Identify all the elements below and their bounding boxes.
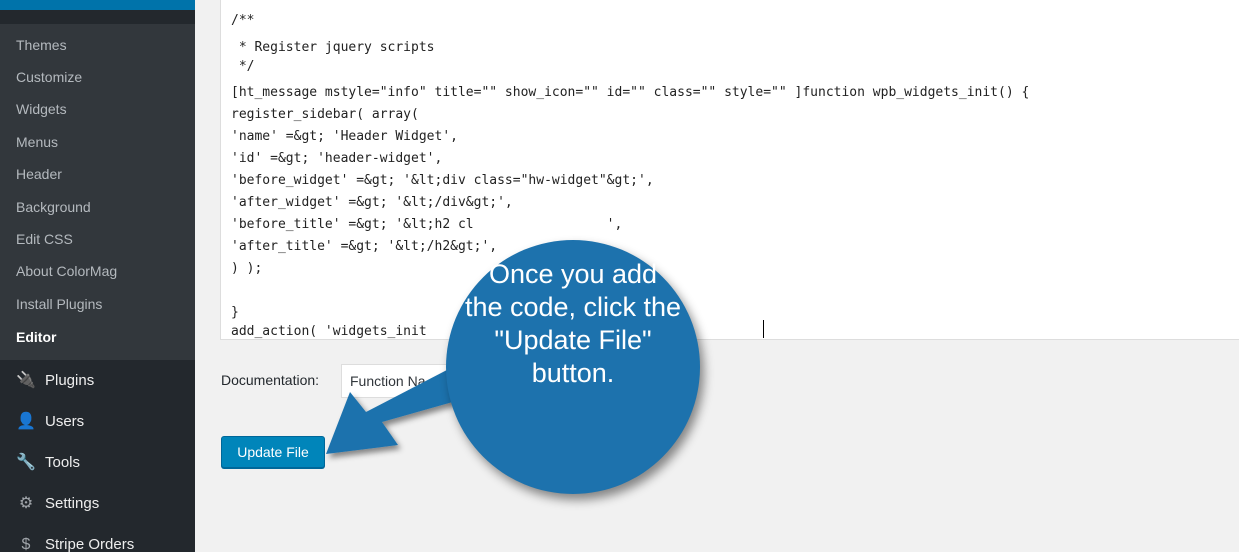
- callout-line: button.: [531, 358, 615, 388]
- submenu-item-about-colormag[interactable]: About ColorMag: [16, 256, 117, 286]
- callout-line: "Update File": [494, 325, 652, 355]
- code-line: register_sidebar( array(: [231, 107, 419, 122]
- menu-item-settings[interactable]: ⚙ Settings: [0, 485, 195, 523]
- submenu-item-background[interactable]: Background: [16, 192, 91, 222]
- code-line: 'after_widget' =&gt; '&lt;/div&gt;',: [231, 195, 513, 210]
- code-line: 'before_title' =&gt; '&lt;h2 cl ',: [231, 217, 623, 232]
- settings-icon: ⚙: [18, 495, 34, 512]
- code-line: 'after_title' =&gt; '&lt;/h2&gt;',: [231, 239, 498, 254]
- callout-line: the code, click the: [464, 292, 682, 322]
- submenu-item-themes[interactable]: Themes: [16, 30, 67, 60]
- submenu-item-edit-css[interactable]: Edit CSS: [16, 224, 73, 254]
- code-line: [ht_message mstyle="info" title="" show_…: [231, 85, 1030, 100]
- submenu-item-header[interactable]: Header: [16, 159, 62, 189]
- code-line: /**: [231, 13, 255, 28]
- code-line: */: [231, 59, 255, 74]
- users-icon: 👤: [16, 413, 36, 430]
- documentation-label: Documentation:: [221, 372, 320, 388]
- active-menu-highlight: [0, 0, 195, 10]
- tools-icon: 🔧: [16, 454, 36, 471]
- code-line: 'id' =&gt; 'header-widget',: [231, 151, 443, 166]
- menu-item-users[interactable]: 👤 Users: [0, 403, 195, 441]
- update-file-button[interactable]: Update File: [221, 436, 325, 468]
- admin-sidebar: Themes Customize Widgets Menus Header Ba…: [0, 0, 195, 552]
- plugins-icon: 🔌: [16, 372, 36, 389]
- code-line: 'before_widget' =&gt; '&lt;div class="hw…: [231, 173, 654, 188]
- code-line: 'name' =&gt; 'Header Widget',: [231, 129, 458, 144]
- code-line: * Register jquery scripts: [231, 40, 435, 55]
- submenu-item-editor[interactable]: Editor: [16, 322, 56, 352]
- submenu-item-widgets[interactable]: Widgets: [16, 94, 67, 124]
- submenu-item-menus[interactable]: Menus: [16, 127, 58, 157]
- menu-item-tools[interactable]: 🔧 Tools: [0, 444, 195, 482]
- appearance-submenu: Themes Customize Widgets Menus Header Ba…: [0, 24, 195, 360]
- callout-text: Once you add the code, click the "Update…: [446, 258, 700, 390]
- menu-item-stripe-orders[interactable]: $ Stripe Orders: [0, 526, 195, 552]
- menu-item-plugins[interactable]: 🔌 Plugins: [0, 362, 195, 400]
- callout-line: Once you add: [488, 259, 658, 289]
- stripe-icon: $: [21, 536, 31, 552]
- submenu-item-customize[interactable]: Customize: [16, 62, 82, 92]
- code-line: ) );: [231, 261, 263, 276]
- submenu-item-install-plugins[interactable]: Install Plugins: [16, 289, 102, 319]
- code-editor[interactable]: /** * Register jquery scripts */ [ht_mes…: [220, 0, 1239, 340]
- text-cursor: [763, 320, 764, 338]
